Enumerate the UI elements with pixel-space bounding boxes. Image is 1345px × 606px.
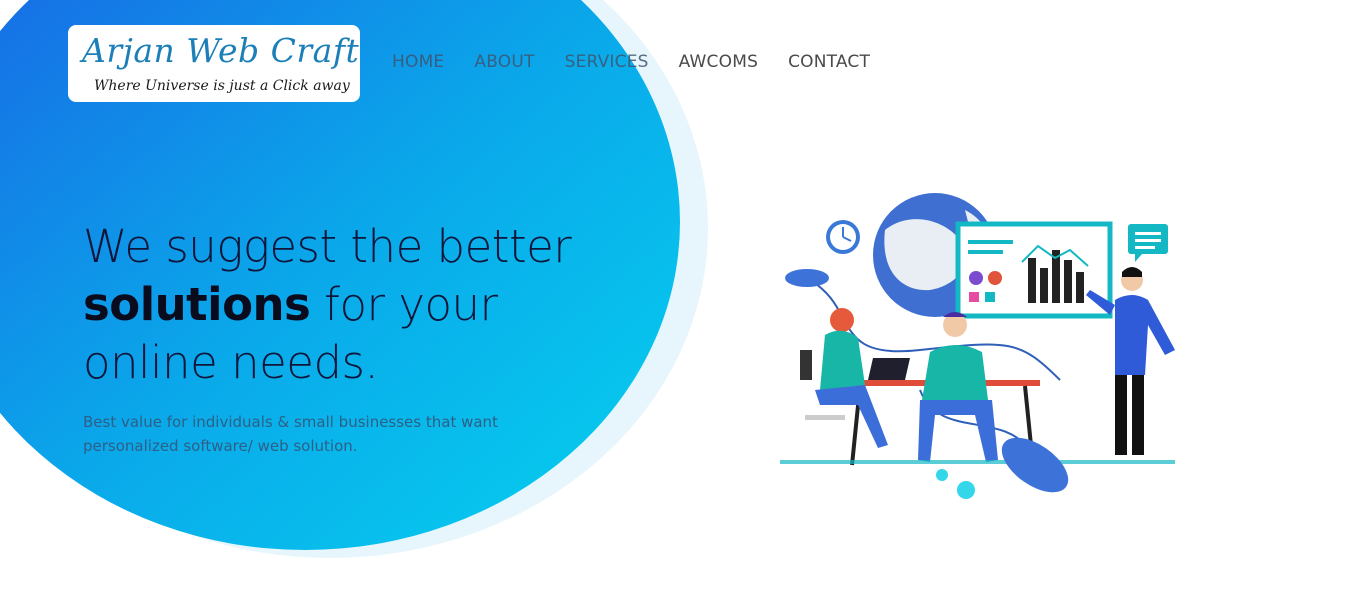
hero-headline: We suggest the better solutions for your…: [83, 218, 603, 392]
site-logo[interactable]: Arjan Web Craft Where Universe is just a…: [68, 25, 360, 102]
headline-line3: online needs.: [83, 336, 379, 389]
mouse-icon: [785, 269, 829, 287]
headline-line1: We suggest the better: [83, 220, 572, 273]
logo-tagline: Where Universe is just a Click away: [94, 78, 350, 94]
chart-board-icon: [955, 221, 1113, 319]
headline-bold-word: solutions: [83, 278, 311, 331]
chat-bubble-icon: [1128, 224, 1168, 262]
nav-about[interactable]: ABOUT: [474, 52, 534, 72]
logo-title: Arjan Web Craft: [82, 31, 360, 70]
hero-illustration: [780, 193, 1175, 499]
main-nav: HOME ABOUT SERVICES AWCOMS CONTACT: [392, 52, 900, 72]
nav-awcoms[interactable]: AWCOMS: [679, 52, 758, 72]
nav-services[interactable]: SERVICES: [565, 52, 649, 72]
hero-subtext: Best value for individuals & small busin…: [83, 413, 498, 455]
nav-contact[interactable]: CONTACT: [788, 52, 870, 72]
clock-icon: [826, 220, 860, 254]
nav-home[interactable]: HOME: [392, 52, 444, 72]
headline-line2-rest: for your: [310, 278, 498, 331]
